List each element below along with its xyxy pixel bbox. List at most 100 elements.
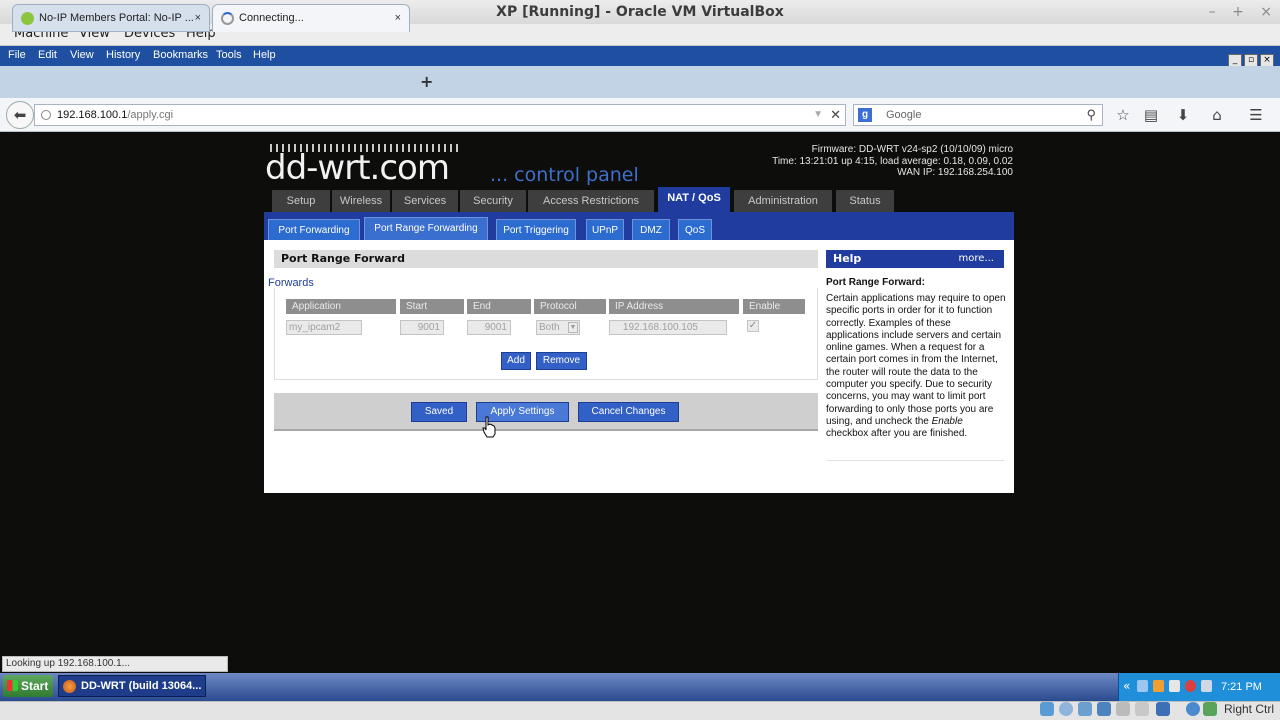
application-input[interactable]: my_ipcam2 xyxy=(286,320,362,335)
help-text-part: checkbox after you are finished. xyxy=(826,428,968,440)
tab-nat-qos[interactable]: NAT / QoS xyxy=(658,187,730,212)
new-tab-button[interactable]: + xyxy=(420,72,433,91)
back-arrow-icon: ⬅ xyxy=(13,106,27,124)
subtab-qos[interactable]: QoS xyxy=(678,219,712,241)
downloads-icon[interactable]: ⬇ xyxy=(1173,104,1193,126)
help-topic-title: Port Range Forward: xyxy=(826,277,925,288)
host-key-label: Right Ctrl xyxy=(1223,702,1274,716)
ddwrt-logo: dd-wrt.com xyxy=(265,148,450,188)
remove-button[interactable]: Remove xyxy=(536,352,587,370)
maximize-button[interactable]: + xyxy=(1232,4,1244,20)
audio-icon[interactable] xyxy=(1078,702,1092,716)
hand-cursor-icon xyxy=(482,416,496,438)
menu-history[interactable]: History xyxy=(106,49,140,61)
ip-address-input[interactable]: 192.168.100.105 xyxy=(609,320,727,335)
usb-icon[interactable] xyxy=(1116,702,1130,716)
globe-icon xyxy=(41,110,51,120)
status-bar: Looking up 192.168.100.1... xyxy=(2,656,228,672)
start-button[interactable]: Start xyxy=(3,675,53,697)
tab-security[interactable]: Security xyxy=(460,190,526,212)
tray-app-icon[interactable] xyxy=(1169,680,1180,692)
menu-help[interactable]: Help xyxy=(253,49,276,61)
help-divider xyxy=(826,460,1004,461)
tab-access-restrictions[interactable]: Access Restrictions xyxy=(528,190,654,212)
security-alert-icon[interactable] xyxy=(1185,680,1196,692)
tab-wireless[interactable]: Wireless xyxy=(332,190,390,212)
subtab-dmz[interactable]: DMZ xyxy=(632,219,670,241)
help-title-label: Help xyxy=(833,252,862,265)
col-start: Start xyxy=(400,299,464,314)
search-icon[interactable]: ⚲ xyxy=(1086,105,1096,125)
protocol-value: Both xyxy=(539,322,560,333)
display-icon[interactable] xyxy=(1156,702,1170,716)
stop-icon[interactable]: ✕ xyxy=(830,105,841,125)
keyboard-icon[interactable] xyxy=(1203,702,1217,716)
url-text: 192.168.100.1/apply.cgi xyxy=(57,105,173,125)
shared-folders-icon[interactable] xyxy=(1135,702,1149,716)
start-port-input[interactable]: 9001 xyxy=(400,320,444,335)
taskbar-item-firefox[interactable]: DD-WRT (build 13064... xyxy=(58,675,206,697)
tab-services[interactable]: Services xyxy=(392,190,458,212)
noip-favicon-icon xyxy=(21,12,34,25)
optical-drive-icon[interactable] xyxy=(1059,702,1073,716)
add-button[interactable]: Add xyxy=(501,352,531,370)
menu-view[interactable]: View xyxy=(70,49,94,61)
url-host: 192.168.100.1 xyxy=(57,109,128,121)
volume-icon[interactable] xyxy=(1201,680,1212,692)
minimize-button[interactable]: – xyxy=(1209,4,1216,20)
close-button[interactable]: × xyxy=(1260,4,1272,20)
tab-close-icon[interactable]: × xyxy=(195,5,201,31)
bookmarks-menu-icon[interactable]: ▤ xyxy=(1141,104,1161,126)
protocol-select[interactable]: Both ▼ xyxy=(536,320,580,335)
search-placeholder: Google xyxy=(886,109,922,121)
url-bar[interactable]: 192.168.100.1/apply.cgi ▼ ✕ xyxy=(34,104,846,126)
menu-file[interactable]: File xyxy=(8,49,26,61)
subtab-upnp[interactable]: UPnP xyxy=(586,219,624,241)
tab-connecting[interactable]: Connecting... × xyxy=(212,4,410,32)
home-icon[interactable]: ⌂ xyxy=(1207,104,1227,126)
cancel-changes-button[interactable]: Cancel Changes xyxy=(578,402,679,422)
saved-button[interactable]: Saved xyxy=(411,402,467,422)
url-path: /apply.cgi xyxy=(127,109,174,121)
firefox-icon xyxy=(63,680,76,693)
network-icon[interactable] xyxy=(1137,680,1148,692)
hdd-icon[interactable] xyxy=(1040,702,1054,716)
loading-spinner-icon xyxy=(221,12,234,25)
network-adapter-icon[interactable] xyxy=(1097,702,1111,716)
system-tray: « 7:21 PM xyxy=(1118,673,1280,701)
dropdown-arrow-icon[interactable]: ▼ xyxy=(813,105,823,125)
col-end: End xyxy=(467,299,531,314)
subtab-port-range-forwarding[interactable]: Port Range Forwarding xyxy=(364,217,488,241)
tab-status[interactable]: Status xyxy=(836,190,894,212)
firefox-window-controls: _ ▫ × xyxy=(1226,47,1274,67)
google-engine-icon[interactable]: g xyxy=(858,108,872,122)
tab-label: No-IP Members Portal: No-IP ... xyxy=(39,12,194,24)
bookmark-star-icon[interactable]: ☆ xyxy=(1113,104,1133,126)
back-button[interactable]: ⬅ xyxy=(6,101,34,129)
capture-icon[interactable] xyxy=(1186,702,1200,716)
subtab-port-triggering[interactable]: Port Triggering xyxy=(496,219,576,241)
col-enable: Enable xyxy=(743,299,805,314)
help-text-part: Certain applications may require to open… xyxy=(826,293,1006,427)
clock: 7:21 PM xyxy=(1221,681,1262,693)
tab-noip[interactable]: No-IP Members Portal: No-IP ... × xyxy=(12,4,210,32)
tab-setup[interactable]: Setup xyxy=(272,190,330,212)
vbox-window-controls: – + × xyxy=(1197,0,1272,24)
menu-icon[interactable]: ☰ xyxy=(1246,104,1266,126)
tab-label: Connecting... xyxy=(239,12,304,24)
end-port-input[interactable]: 9001 xyxy=(467,320,511,335)
subtab-port-forwarding[interactable]: Port Forwarding xyxy=(268,219,360,241)
col-application: Application xyxy=(286,299,396,314)
menu-edit[interactable]: Edit xyxy=(38,49,57,61)
menu-tools[interactable]: Tools xyxy=(216,49,242,61)
help-more-link[interactable]: more... xyxy=(959,250,994,268)
tab-administration[interactable]: Administration xyxy=(734,190,832,212)
help-text-emphasis: Enable xyxy=(931,415,963,427)
tray-app-icon[interactable] xyxy=(1153,680,1164,692)
taskbar-item-label: DD-WRT (build 13064... xyxy=(81,680,202,692)
tab-close-icon[interactable]: × xyxy=(395,5,401,31)
tray-expand-icon[interactable]: « xyxy=(1123,679,1130,693)
menu-bookmarks[interactable]: Bookmarks xyxy=(153,49,208,61)
enable-checkbox[interactable]: ✓ xyxy=(747,320,759,332)
search-bar[interactable]: g Google ⚲ xyxy=(853,104,1103,126)
